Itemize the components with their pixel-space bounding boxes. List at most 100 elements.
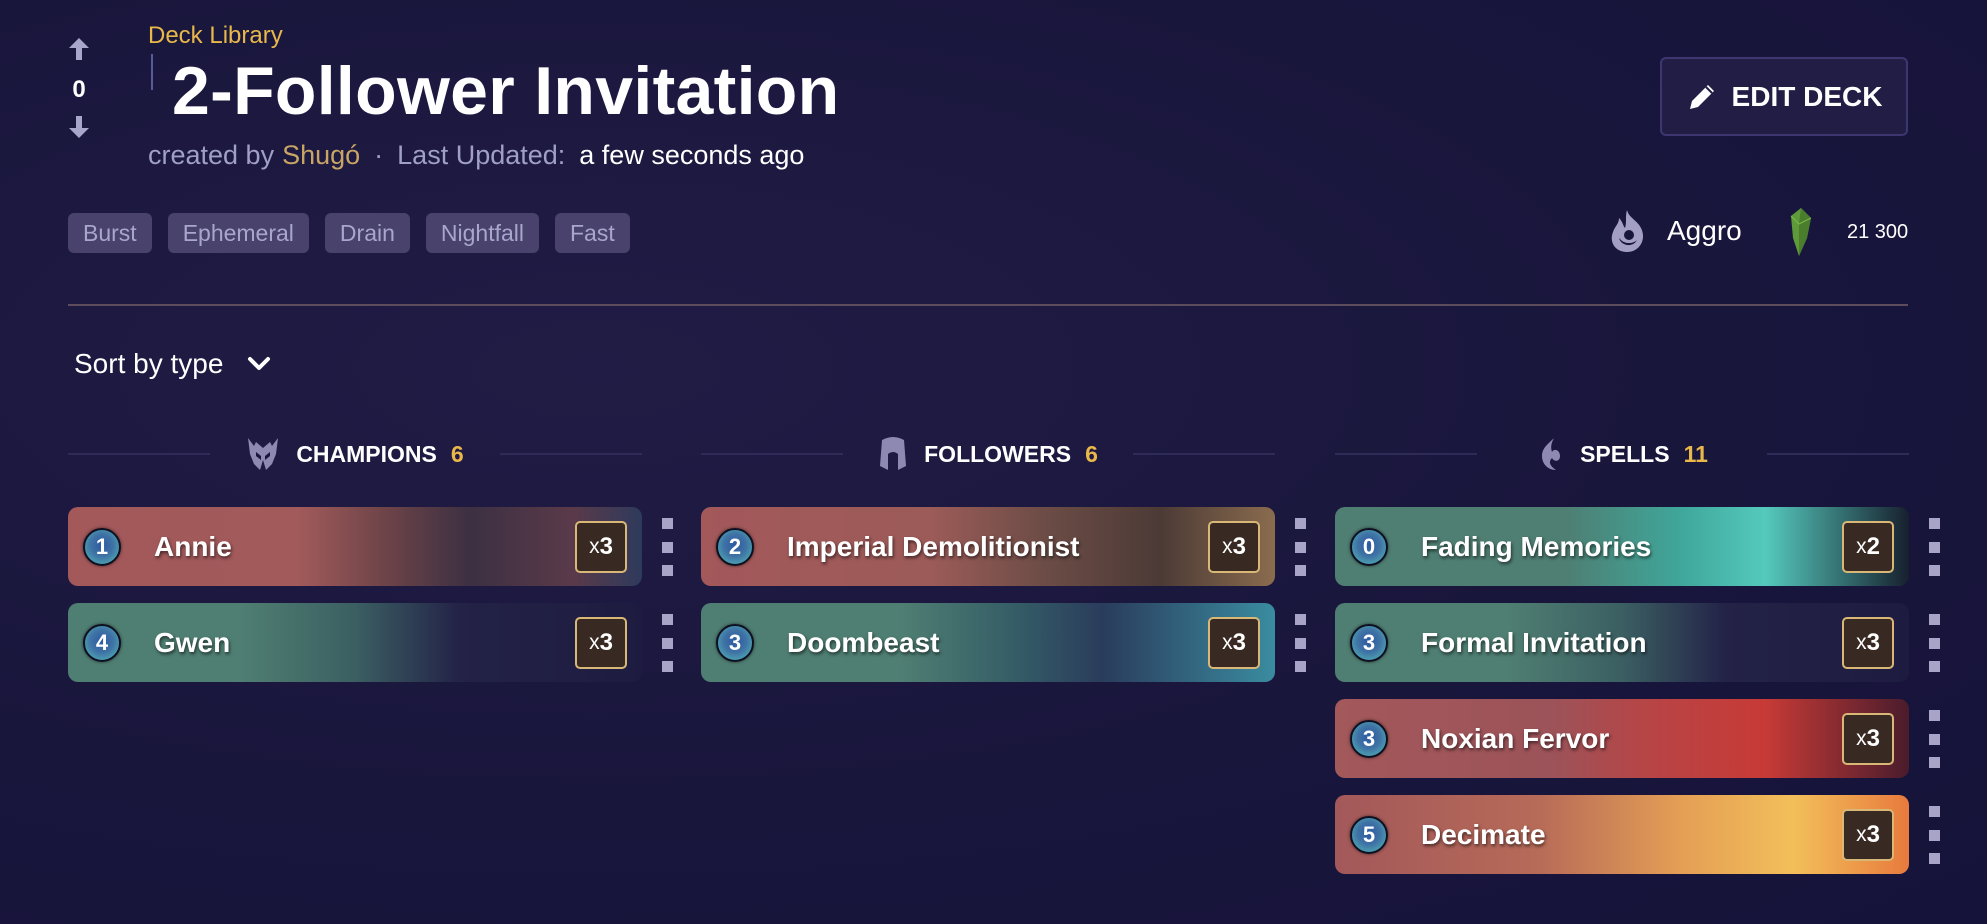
card-quantity: x3 xyxy=(1842,809,1894,861)
chevron-down-icon xyxy=(247,356,271,372)
tag[interactable]: Burst xyxy=(68,213,152,253)
column-title: SPELLS xyxy=(1580,440,1670,467)
card-fading-memories[interactable]: 0 Fading Memories x2 xyxy=(1335,507,1909,586)
column-header: FOLLOWERS 6 xyxy=(701,430,1275,478)
page-title: 2-Follower Invitation xyxy=(172,53,840,129)
card-name: Imperial Demolitionist xyxy=(787,530,1080,562)
shard-value: 21 300 xyxy=(1847,220,1909,243)
mana-cost: 5 xyxy=(1350,815,1388,854)
header-line xyxy=(500,453,642,455)
card-quantity: x3 xyxy=(1208,617,1260,669)
header-line xyxy=(1767,453,1909,455)
mana-cost: 4 xyxy=(83,623,121,662)
card-name: Decimate xyxy=(1421,818,1546,850)
last-updated-value: a few seconds ago xyxy=(579,140,805,170)
card-name: Noxian Fervor xyxy=(1421,722,1610,754)
header-line xyxy=(1335,453,1477,455)
shard-cost: 21 300 xyxy=(1785,208,1908,256)
mana-cost: 0 xyxy=(1350,527,1388,566)
drag-handle[interactable] xyxy=(1929,806,1940,864)
archetype-label: Aggro xyxy=(1667,215,1742,246)
breadcrumb-deck-library[interactable]: Deck Library xyxy=(148,22,283,50)
card-quantity: x3 xyxy=(1842,617,1894,669)
spell-flame-icon xyxy=(1542,438,1561,470)
section-divider xyxy=(68,304,1908,306)
column-title: CHAMPIONS xyxy=(296,440,437,467)
mana-cost: 3 xyxy=(1350,719,1388,758)
drag-handle[interactable] xyxy=(1929,710,1940,768)
mana-cost: 3 xyxy=(1350,623,1388,662)
shard-icon xyxy=(1790,208,1812,256)
vote-widget: 0 xyxy=(66,36,92,144)
drag-handle[interactable] xyxy=(662,518,673,576)
follower-helmet-icon xyxy=(880,437,907,470)
champion-helmet-icon xyxy=(248,438,279,470)
card-row: 4 Gwen x3 xyxy=(68,603,673,682)
card-quantity: x3 xyxy=(1842,713,1894,765)
card-name: Annie xyxy=(154,530,232,562)
sort-label: Sort by type xyxy=(74,348,224,379)
card-row: 2 Imperial Demolitionist x3 xyxy=(701,507,1306,586)
tag[interactable]: Ephemeral xyxy=(167,213,309,253)
card-name: Fading Memories xyxy=(1421,530,1652,562)
created-by-label: created by xyxy=(148,140,275,170)
tag[interactable]: Fast xyxy=(555,213,630,253)
drag-handle[interactable] xyxy=(662,614,673,672)
deck-meta: created by Shugó · Last Updated: a few s… xyxy=(148,140,804,171)
edit-deck-button[interactable]: EDIT DECK xyxy=(1660,57,1908,136)
card-row: 0 Fading Memories x2 xyxy=(1335,507,1940,586)
card-doombeast[interactable]: 3 Doombeast x3 xyxy=(701,603,1275,682)
mana-cost: 2 xyxy=(716,527,754,566)
tag[interactable]: Drain xyxy=(324,213,410,253)
edit-deck-label: EDIT DECK xyxy=(1731,80,1883,112)
card-name: Formal Invitation xyxy=(1421,626,1647,658)
card-quantity: x3 xyxy=(1208,521,1260,573)
card-quantity: x3 xyxy=(575,521,627,573)
arrow-down-icon xyxy=(69,116,89,138)
card-row: 3 Doombeast x3 xyxy=(701,603,1306,682)
card-quantity: x3 xyxy=(575,617,627,669)
flame-icon xyxy=(1611,210,1644,252)
downvote-button[interactable] xyxy=(66,114,92,144)
card-row: 5 Decimate x3 xyxy=(1335,795,1940,874)
upvote-button[interactable] xyxy=(66,36,92,66)
card-imperial-demolitionist[interactable]: 2 Imperial Demolitionist x3 xyxy=(701,507,1275,586)
card-row: 3 Noxian Fervor x3 xyxy=(1335,699,1940,778)
mana-cost: 3 xyxy=(716,623,754,662)
sort-dropdown[interactable]: Sort by type xyxy=(74,348,271,380)
card-quantity: x2 xyxy=(1842,521,1894,573)
drag-handle[interactable] xyxy=(1929,614,1940,672)
followers-column: FOLLOWERS 6 2 Imperial Demolitionist x3 … xyxy=(701,430,1306,682)
keyword-tags: Burst Ephemeral Drain Nightfall Fast xyxy=(68,213,630,253)
last-updated-label: Last Updated: xyxy=(397,140,566,170)
drag-handle[interactable] xyxy=(1295,518,1306,576)
card-formal-invitation[interactable]: 3 Formal Invitation x3 xyxy=(1335,603,1909,682)
header-line xyxy=(68,453,210,455)
card-name: Doombeast xyxy=(787,626,940,658)
card-annie[interactable]: 1 Annie x3 xyxy=(68,507,642,586)
column-header: SPELLS 11 xyxy=(1335,430,1909,478)
champions-column: CHAMPIONS 6 1 Annie x3 4 Gwen x3 xyxy=(68,430,673,682)
card-name: Gwen xyxy=(154,626,231,658)
card-gwen[interactable]: 4 Gwen x3 xyxy=(68,603,642,682)
spells-column: SPELLS 11 0 Fading Memories x2 3 Formal … xyxy=(1335,430,1940,874)
title-accent-bar xyxy=(151,54,153,90)
column-count: 11 xyxy=(1683,440,1708,467)
column-count: 6 xyxy=(1085,440,1098,467)
tag[interactable]: Nightfall xyxy=(425,213,539,253)
author-link[interactable]: Shugó xyxy=(282,140,360,171)
vote-count: 0 xyxy=(72,76,86,103)
header-line xyxy=(701,453,843,455)
column-title: FOLLOWERS xyxy=(924,440,1072,467)
header-line xyxy=(1133,453,1275,455)
archetype: Aggro xyxy=(1607,208,1742,254)
column-header: CHAMPIONS 6 xyxy=(68,430,642,478)
drag-handle[interactable] xyxy=(1929,518,1940,576)
card-decimate[interactable]: 5 Decimate x3 xyxy=(1335,795,1909,874)
mana-cost: 1 xyxy=(83,527,121,566)
pencil-icon xyxy=(1689,84,1714,109)
card-row: 1 Annie x3 xyxy=(68,507,673,586)
drag-handle[interactable] xyxy=(1295,614,1306,672)
card-row: 3 Formal Invitation x3 xyxy=(1335,603,1940,682)
card-noxian-fervor[interactable]: 3 Noxian Fervor x3 xyxy=(1335,699,1909,778)
